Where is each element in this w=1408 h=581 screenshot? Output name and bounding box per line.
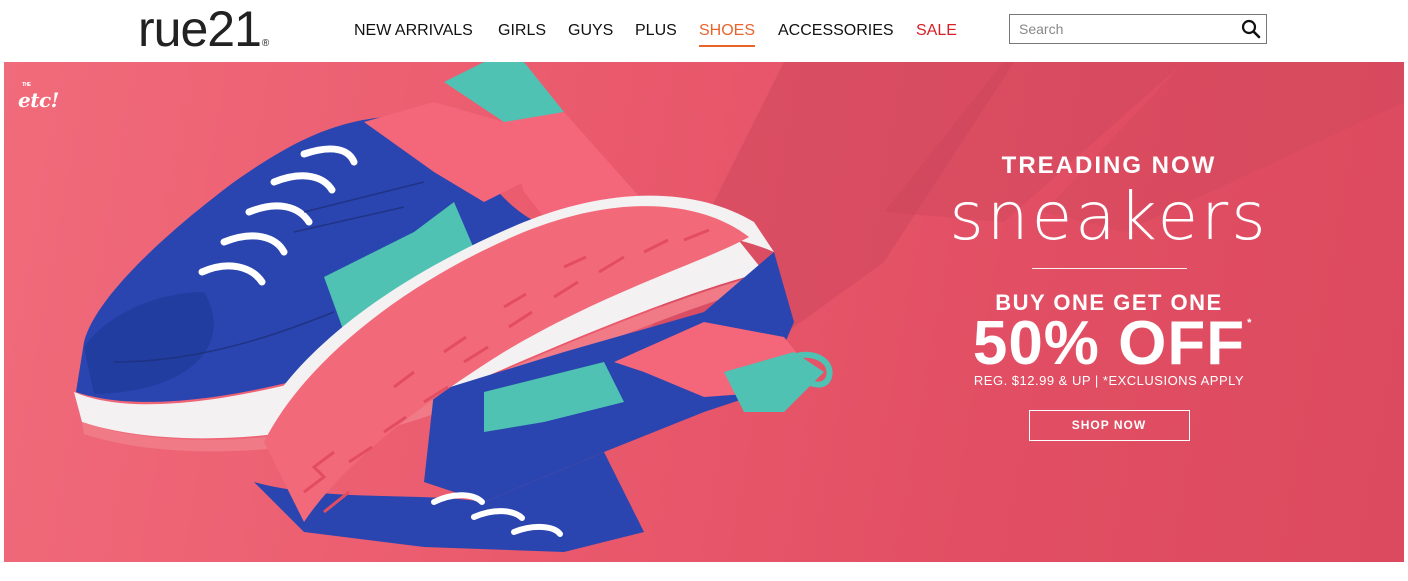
- offer-asterisk: *: [1247, 317, 1253, 329]
- nav-guys[interactable]: GUYS: [568, 20, 613, 42]
- nav-new-arrivals[interactable]: NEW ARRIVALS: [354, 20, 473, 42]
- search-box: [1009, 14, 1267, 44]
- shop-now-button[interactable]: SHOP NOW: [1028, 410, 1190, 441]
- offer-discount-text: 50% OFF: [972, 309, 1246, 378]
- site-header: rue21® NEW ARRIVALS GIRLS GUYS PLUS SHOE…: [0, 0, 1408, 62]
- hero-banner[interactable]: THE etc! TREADING NOW sneakers BUY ONE G…: [4, 62, 1404, 562]
- promo-panel: TREADING NOW sneakers BUY ONE GET ONE 50…: [899, 150, 1319, 441]
- etc-sub-brand-logo: THE etc!: [18, 82, 59, 112]
- promo-divider: [1031, 268, 1187, 269]
- nav-girls[interactable]: GIRLS: [498, 20, 546, 42]
- nav-shoes[interactable]: SHOES: [699, 20, 756, 47]
- search-icon[interactable]: [1240, 18, 1262, 40]
- offer-line-discount: 50% OFF *: [899, 313, 1319, 375]
- promo-headline: sneakers: [949, 178, 1269, 255]
- logo-text: rue21: [138, 1, 262, 57]
- logo-registered-mark: ®: [261, 38, 270, 49]
- rue21-logo[interactable]: rue21®: [138, 2, 269, 56]
- search-input[interactable]: [1010, 15, 1239, 43]
- nav-sale[interactable]: SALE: [916, 20, 957, 42]
- etc-logo-text: etc!: [18, 88, 59, 112]
- nav-accessories[interactable]: ACCESSORIES: [778, 20, 894, 42]
- nav-plus[interactable]: PLUS: [635, 20, 677, 42]
- etc-logo-prefix: THE: [22, 82, 31, 88]
